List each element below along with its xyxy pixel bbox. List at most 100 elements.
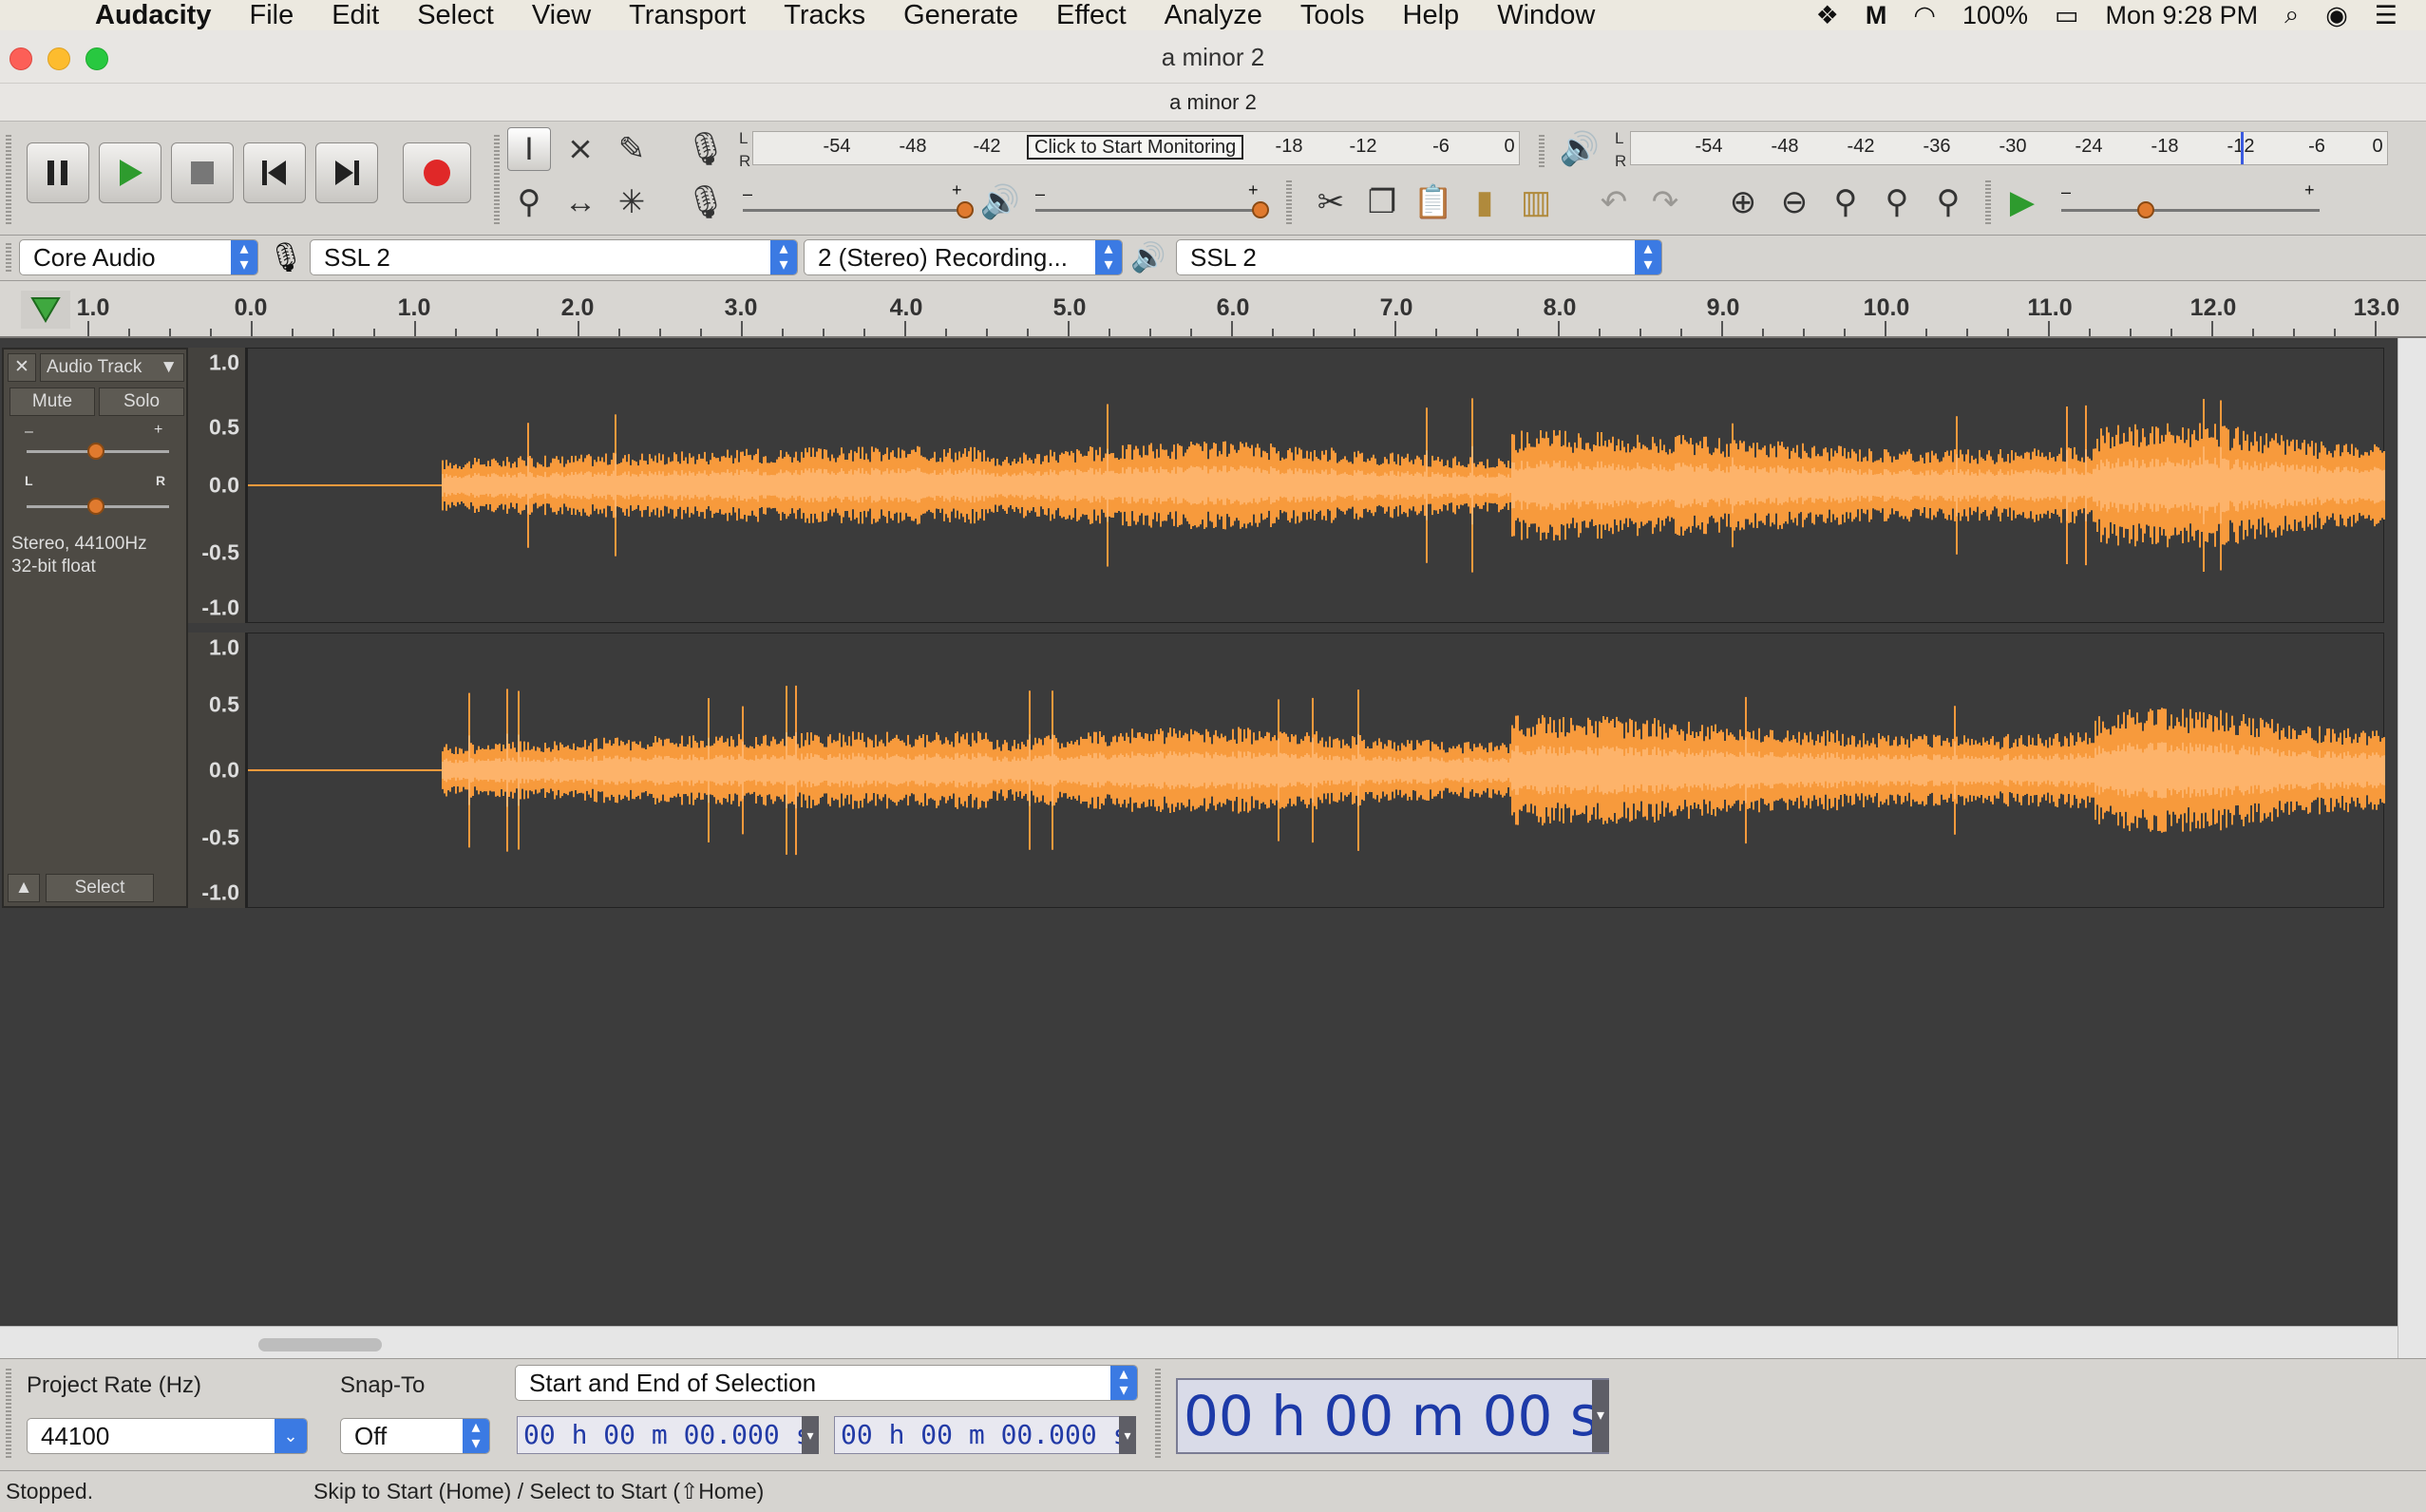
- vertical-scrollbar[interactable]: [2398, 338, 2426, 1358]
- transport-toolbar-grip[interactable]: [6, 135, 11, 224]
- playback-device-select[interactable]: SSL 2 ▴ ▾: [1176, 239, 1662, 275]
- cut-icon[interactable]: ✂: [1309, 180, 1353, 224]
- tools-toolbar-grip[interactable]: [494, 135, 500, 224]
- selection-tool-icon[interactable]: I: [507, 127, 551, 171]
- gain-slider[interactable]: [87, 443, 104, 460]
- menu-select[interactable]: Select: [398, 0, 513, 31]
- collapse-track-button[interactable]: ▲: [8, 874, 40, 902]
- selection-end-time[interactable]: 00 h 00 m 00.000 s: [834, 1416, 1136, 1454]
- spotlight-icon[interactable]: ⌕: [2284, 0, 2299, 30]
- wifi-icon[interactable]: ◠: [1913, 1, 1936, 30]
- timeline-ruler[interactable]: 1.0 0.0 1.0 2.0 3.0 4.0 5.0 6.0 7.0 8.0 …: [0, 281, 2426, 338]
- time-toolbar-grip[interactable]: [1155, 1369, 1161, 1460]
- audio-host-select[interactable]: Core Audio ▴ ▾: [19, 239, 258, 275]
- recording-volume-slider[interactable]: [957, 201, 974, 218]
- notification-center-icon[interactable]: ☰: [2375, 1, 2398, 30]
- playback-volume-slider[interactable]: [1252, 201, 1269, 218]
- multi-tool-icon[interactable]: ✳: [610, 180, 654, 224]
- selection-mode-select[interactable]: Start and End of Selection ▴ ▾: [515, 1365, 1138, 1401]
- menu-tools[interactable]: Tools: [1281, 0, 1384, 31]
- menu-transport[interactable]: Transport: [610, 0, 765, 31]
- waveform-left-channel[interactable]: [247, 348, 2385, 623]
- selection-start-format-icon[interactable]: ▾: [802, 1416, 819, 1454]
- menu-generate[interactable]: Generate: [884, 0, 1037, 31]
- zoom-out-icon[interactable]: ⊖: [1772, 180, 1816, 224]
- amplitude-label: -0.5: [201, 824, 239, 850]
- menu-view[interactable]: View: [513, 0, 610, 31]
- start-monitoring-button[interactable]: Click to Start Monitoring: [1027, 135, 1244, 160]
- undo-icon[interactable]: ↶: [1592, 180, 1636, 224]
- ruler-tick: [1639, 329, 1641, 336]
- draw-tool-icon[interactable]: ✎: [610, 127, 654, 171]
- battery-percent[interactable]: 100%: [1962, 1, 2028, 30]
- menu-help[interactable]: Help: [1384, 0, 1479, 31]
- menu-file[interactable]: File: [230, 0, 313, 31]
- ruler-tick: [618, 329, 620, 336]
- menu-effect[interactable]: Effect: [1037, 0, 1146, 31]
- menu-tracks[interactable]: Tracks: [765, 0, 884, 31]
- dropbox-icon[interactable]: ❖: [1816, 1, 1839, 30]
- record-meter-mic-icon[interactable]: 🎙: [684, 127, 728, 171]
- stop-button[interactable]: [171, 142, 234, 203]
- playback-meter-grip[interactable]: [1539, 135, 1545, 167]
- record-meter[interactable]: -54 -48 -42 Click to Start Monitoring -1…: [752, 131, 1520, 165]
- selection-toolbar-grip[interactable]: [6, 1369, 11, 1460]
- menu-edit[interactable]: Edit: [313, 0, 398, 31]
- ruler-tick: [1272, 329, 1274, 336]
- mail-icon[interactable]: M: [1866, 1, 1887, 30]
- silence-audio-icon[interactable]: ▥: [1514, 180, 1558, 224]
- battery-icon[interactable]: ▭: [2055, 1, 2079, 30]
- waveform-right-channel[interactable]: [247, 633, 2385, 908]
- track-menu-button[interactable]: Audio Track ▼: [40, 353, 184, 382]
- pin-play-head-icon[interactable]: [21, 291, 70, 333]
- horizontal-scrollbar[interactable]: [0, 1326, 2398, 1358]
- playback-meter[interactable]: -54 -48 -42 -36 -30 -24 -18 -12 -6 0: [1630, 131, 2388, 165]
- paste-icon[interactable]: 📋: [1412, 180, 1455, 224]
- project-rate-select[interactable]: 44100 ⌄: [27, 1418, 308, 1454]
- recording-device-select[interactable]: SSL 2 ▴ ▾: [310, 239, 798, 275]
- selection-end-format-icon[interactable]: ▾: [1119, 1416, 1136, 1454]
- recording-volume-mic-icon: 🎙: [685, 184, 727, 220]
- play-at-speed-icon[interactable]: ▶: [2000, 180, 2044, 224]
- zoom-in-icon[interactable]: ⊕: [1721, 180, 1765, 224]
- copy-icon[interactable]: ❐: [1360, 180, 1404, 224]
- menu-app-name[interactable]: Audacity: [76, 0, 230, 31]
- play-at-speed-grip[interactable]: [1985, 180, 1991, 224]
- solo-button[interactable]: Solo: [99, 387, 184, 416]
- snap-to-select[interactable]: Off ▴ ▾: [340, 1418, 490, 1454]
- pan-slider[interactable]: [87, 498, 104, 515]
- select-track-button[interactable]: Select: [46, 874, 154, 902]
- audio-position-format-icon[interactable]: ▾: [1592, 1380, 1609, 1452]
- play-icon: [120, 160, 142, 186]
- horizontal-scrollbar-thumb[interactable]: [258, 1338, 382, 1351]
- mute-button[interactable]: Mute: [9, 387, 95, 416]
- record-button[interactable]: [403, 142, 471, 203]
- edit-toolbar-grip[interactable]: [1286, 180, 1292, 224]
- envelope-tool-icon[interactable]: ⨯: [559, 127, 602, 171]
- audio-position-time[interactable]: 00 h 00 m 00 s: [1176, 1378, 1609, 1454]
- close-track-button[interactable]: ✕: [8, 353, 36, 382]
- play-speed-slider[interactable]: [2137, 201, 2154, 218]
- clock[interactable]: Mon 9:28 PM: [2106, 1, 2259, 30]
- recording-channels-select[interactable]: 2 (Stereo) Recording... ▴ ▾: [804, 239, 1123, 275]
- skip-to-start-button[interactable]: [243, 142, 306, 203]
- menu-analyze[interactable]: Analyze: [1146, 0, 1281, 31]
- playback-meter-speaker-icon[interactable]: 🔊: [1558, 127, 1602, 171]
- selection-start-time[interactable]: 00 h 00 m 00.000 s: [517, 1416, 819, 1454]
- menu-window[interactable]: Window: [1478, 0, 1614, 31]
- trim-audio-icon[interactable]: ▮: [1463, 180, 1507, 224]
- ruler-label: 12.0: [2189, 294, 2237, 321]
- fit-project-icon[interactable]: ⚲: [1875, 180, 1919, 224]
- time-shift-tool-icon[interactable]: ↔: [559, 180, 602, 224]
- device-toolbar-grip[interactable]: [6, 243, 11, 274]
- siri-icon[interactable]: ◉: [2325, 1, 2348, 30]
- track-control-panel[interactable]: ✕ Audio Track ▼ Mute Solo – + L R Stereo…: [2, 348, 188, 908]
- skip-to-end-button[interactable]: [315, 142, 378, 203]
- pause-button[interactable]: [27, 142, 89, 203]
- redo-icon[interactable]: ↷: [1643, 180, 1687, 224]
- zoom-toggle-icon[interactable]: ⚲: [1926, 180, 1970, 224]
- ruler-label: 3.0: [724, 294, 758, 321]
- play-button[interactable]: [99, 142, 161, 203]
- zoom-tool-icon[interactable]: ⚲: [507, 180, 551, 224]
- fit-selection-icon[interactable]: ⚲: [1824, 180, 1867, 224]
